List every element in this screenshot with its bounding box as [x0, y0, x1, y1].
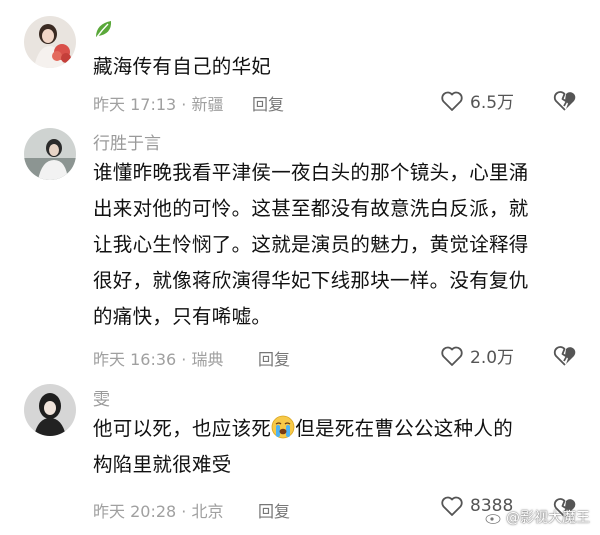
separator: · [181, 95, 187, 114]
comment-meta: 昨天 16:36 · 瑞典 [93, 346, 224, 370]
username[interactable]: 雯 [93, 385, 110, 410]
like-count: 6.5万 [470, 93, 515, 113]
watermark: @影视大魔王 [485, 507, 590, 527]
watermark-text: @影视大魔王 [506, 510, 590, 526]
timestamp: 昨天 17:13 [93, 95, 177, 114]
timestamp: 昨天 20:28 [93, 502, 177, 521]
like-button[interactable]: 2.0万 [440, 343, 514, 368]
comment-text: 谁懂昨晚我看平津侯一夜白头的那个镜头，心里涌 出来对他的可怜。这甚至都没有故意洗… [93, 158, 583, 338]
avatar[interactable] [24, 16, 76, 68]
reply-button[interactable]: 回复 [258, 498, 290, 522]
comment-text: 他可以死，也应该死 但是死在曹公公这种人的 构陷里就很难受 [93, 414, 583, 486]
comment-text-part: 但是死在曹公公这种人的 [295, 417, 514, 440]
avatar-image [24, 128, 76, 180]
leaf-icon [96, 21, 112, 38]
comment-meta: 昨天 20:28 · 北京 [93, 498, 224, 522]
location: 瑞典 [191, 350, 224, 369]
comment-line: 构陷里就很难受 [93, 453, 232, 476]
reply-button[interactable]: 回复 [252, 91, 284, 115]
avatar-image [24, 16, 76, 68]
separator: · [181, 350, 187, 369]
comment-meta: 昨天 17:13 · 新疆 [93, 91, 224, 115]
username[interactable]: 行胜于言 [93, 129, 161, 154]
avatar[interactable] [24, 384, 76, 436]
comment-text: 藏海传有自己的华妃 [93, 55, 272, 78]
like-count: 2.0万 [470, 348, 515, 368]
comment-line: 很好，就像蒋欣演得华妃下线那块一样。没有复仇 [93, 269, 529, 292]
avatar[interactable] [24, 128, 76, 180]
comment-line: 的痛快，只有唏嘘。 [93, 305, 272, 328]
comment-text-part: 他可以死，也应该死 [93, 417, 272, 440]
broken-heart-icon[interactable] [552, 344, 578, 368]
timestamp: 昨天 16:36 [93, 350, 177, 369]
heart-icon [441, 91, 463, 111]
reply-button[interactable]: 回复 [258, 346, 290, 370]
location: 北京 [191, 502, 224, 521]
like-button[interactable]: 6.5万 [440, 88, 514, 113]
heart-icon [441, 346, 463, 366]
comment-line: 让我心生怜悯了。这就是演员的魅力，黄觉诠释得 [93, 233, 529, 256]
weibo-logo-icon [485, 512, 502, 524]
crying-face-icon [271, 415, 295, 439]
comment-line: 出来对他的可怜。这甚至都没有故意洗白反派，就 [93, 197, 529, 220]
comment-line: 他可以死，也应该死 但是死在曹公公这种人的 [93, 414, 583, 450]
broken-heart-icon[interactable] [552, 89, 578, 113]
comment-line: 谁懂昨晚我看平津侯一夜白头的那个镜头，心里涌 [93, 161, 529, 184]
heart-icon [441, 496, 463, 516]
location: 新疆 [191, 95, 224, 114]
avatar-image [24, 384, 76, 436]
separator: · [181, 502, 187, 521]
